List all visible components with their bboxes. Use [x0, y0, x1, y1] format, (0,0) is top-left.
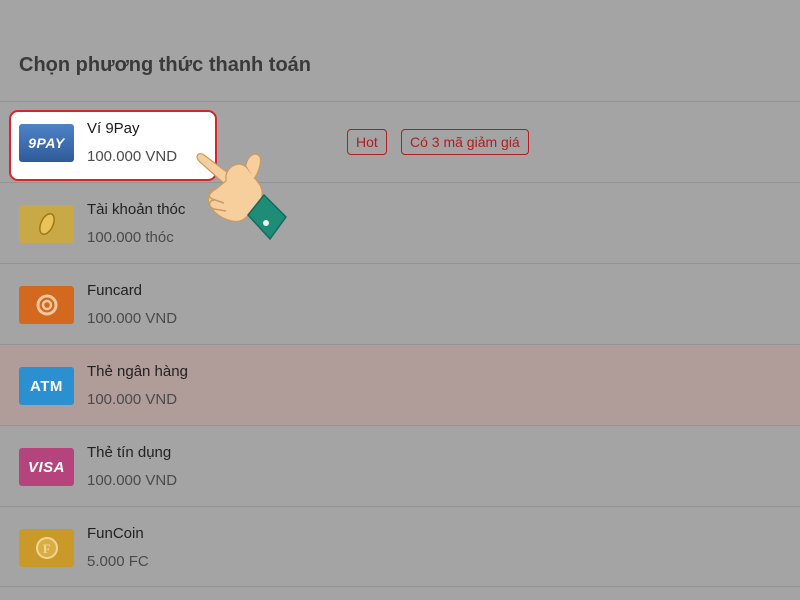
method-amount: 100.000 VND [87, 391, 178, 408]
method-name: FunCoin [87, 525, 144, 542]
svg-text:F: F [42, 541, 50, 556]
payment-method-atm[interactable]: ATM Thẻ ngân hàng 100.000 VND [0, 344, 800, 425]
page-title: Chọn phương thức thanh toán [19, 54, 312, 76]
method-amount: 100.000 VND [87, 148, 178, 165]
payment-method-funcoin[interactable]: F FunCoin 5.000 FC [0, 506, 800, 587]
method-name: Thẻ tín dụng [87, 444, 172, 461]
promo-badge[interactable]: Có 3 mã giảm giá [401, 129, 529, 155]
method-amount: 5.000 FC [87, 553, 149, 570]
method-name: Funcard [87, 282, 143, 299]
hot-badge: Hot [347, 129, 387, 155]
coin-icon: F [19, 529, 74, 567]
visa-logo-icon: VISA [19, 448, 74, 486]
grain-icon [19, 205, 74, 243]
pointing-hand-icon [196, 153, 287, 241]
method-amount: 100.000 VND [87, 472, 178, 489]
payment-method-list: 9PAY Ví 9Pay 100.000 VND Hot Có 3 mã giả… [0, 101, 800, 587]
payment-method-funcard[interactable]: Funcard 100.000 VND [0, 263, 800, 344]
payment-method-thoc[interactable]: Tài khoản thóc 100.000 thóc [0, 182, 800, 263]
atm-logo-icon: ATM [19, 367, 74, 405]
swirl-icon [19, 286, 74, 324]
method-name: Thẻ ngân hàng [87, 363, 188, 380]
payment-method-9pay[interactable]: 9PAY Ví 9Pay 100.000 VND Hot Có 3 mã giả… [0, 101, 800, 182]
method-amount: 100.000 VND [87, 310, 178, 327]
method-name: Ví 9Pay [87, 120, 140, 137]
method-name: Tài khoản thóc [87, 201, 186, 218]
9pay-logo-icon: 9PAY [19, 124, 74, 162]
method-amount: 100.000 thóc [87, 229, 174, 246]
payment-method-visa[interactable]: VISA Thẻ tín dụng 100.000 VND [0, 425, 800, 506]
